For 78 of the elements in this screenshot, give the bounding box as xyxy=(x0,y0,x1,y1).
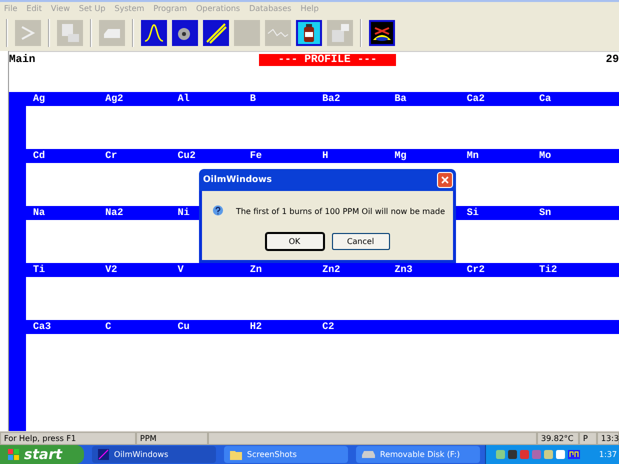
status-pane: P xyxy=(579,432,597,444)
taskbar-button[interactable]: OilmWindows xyxy=(92,446,216,463)
element-symbol: Na xyxy=(33,208,46,218)
element-symbol: Ag xyxy=(33,94,46,104)
clock: 1:37 xyxy=(599,450,618,459)
peak-icon xyxy=(143,22,165,44)
menu-item[interactable]: View xyxy=(50,4,70,13)
element-symbol: Si xyxy=(466,208,479,218)
drive-icon xyxy=(362,451,375,458)
machine-icon xyxy=(371,22,393,44)
element-symbol: Cu2 xyxy=(178,150,196,162)
computer-icon xyxy=(329,22,351,44)
menu-item[interactable]: File xyxy=(4,4,18,13)
menu-item[interactable]: Operations xyxy=(196,4,240,13)
element-symbol: C xyxy=(105,322,112,332)
element-symbol: B xyxy=(250,94,256,104)
status-pane: 39.82°C xyxy=(537,432,579,444)
element-symbol: Mg xyxy=(394,150,406,162)
count-label: 29 xyxy=(606,54,619,66)
element-symbol: Zn3 xyxy=(394,264,412,276)
dialog-title: OilmWindows xyxy=(203,175,272,185)
mode-label: --- PROFILE --- xyxy=(259,54,396,66)
menu-item[interactable]: Set Up xyxy=(78,4,106,13)
element-symbol: Ca xyxy=(539,94,552,104)
element-symbol: H xyxy=(322,150,328,162)
element-symbol: Zn xyxy=(250,264,262,276)
taskbar-button[interactable]: ScreenShots xyxy=(224,446,348,463)
status-pane: For Help, press F1 xyxy=(0,432,136,444)
status-pane: 13:3 xyxy=(597,432,619,444)
element-symbol: Mo xyxy=(539,150,552,162)
dialog-button[interactable]: OK xyxy=(266,233,324,250)
element-symbol: Ni xyxy=(178,208,190,218)
start-button[interactable]: start xyxy=(0,445,84,464)
element-symbol: Zn2 xyxy=(322,264,340,276)
menu-item[interactable]: Help xyxy=(300,4,319,13)
toolbar-button[interactable] xyxy=(369,20,395,46)
diagonal-lines-icon xyxy=(205,22,227,44)
element-symbol: Ca3 xyxy=(33,322,52,332)
dialog-message: The first of 1 burns of 100 PPM Oil will now be made xyxy=(236,206,445,216)
element-symbol: Ti xyxy=(33,264,46,276)
element-symbol: Ca2 xyxy=(466,94,485,104)
line-graph-icon xyxy=(267,29,289,37)
close-icon xyxy=(441,176,449,184)
element-symbol: Cr2 xyxy=(466,264,485,276)
element-symbol: Ag2 xyxy=(105,94,124,104)
element-symbol: Na2 xyxy=(105,208,124,218)
tray-icon[interactable] xyxy=(568,450,580,459)
element-symbol: Ba xyxy=(394,94,406,104)
toolbar-button[interactable] xyxy=(203,20,229,46)
element-symbol: Cd xyxy=(33,150,46,162)
element-symbol: Ba2 xyxy=(322,94,340,104)
menu-item[interactable]: Edit xyxy=(26,4,42,13)
menu-item[interactable]: System xyxy=(114,4,144,13)
element-symbol: Cu xyxy=(178,322,190,332)
toolbar-button[interactable] xyxy=(296,20,322,46)
element-symbol: V2 xyxy=(105,264,118,276)
view-title: Main xyxy=(9,54,36,66)
dialog-button[interactable]: Cancel xyxy=(332,233,390,250)
menu-item[interactable]: Program xyxy=(153,4,188,13)
element-symbol: Sn xyxy=(539,208,552,218)
element-symbol: C2 xyxy=(322,322,334,332)
app-icon xyxy=(98,449,109,460)
windows-logo-icon xyxy=(8,448,20,460)
close-button[interactable] xyxy=(437,172,453,188)
bottle-icon xyxy=(298,22,320,44)
element-symbol: Cr xyxy=(105,150,118,162)
element-symbol: Mn xyxy=(466,150,479,162)
element-symbol: Ti2 xyxy=(539,264,558,276)
status-pane: PPM xyxy=(136,432,208,444)
element-symbol: Al xyxy=(178,94,190,104)
element-symbol: Fe xyxy=(250,150,262,162)
element-symbol: H2 xyxy=(250,322,262,332)
menu-item[interactable]: Databases xyxy=(249,4,292,13)
folder-icon xyxy=(230,450,242,460)
toolbar-button[interactable] xyxy=(141,20,167,46)
taskbar-button[interactable]: Removable Disk (F:) xyxy=(356,446,480,463)
report-icon xyxy=(59,22,81,44)
element-symbol: V xyxy=(178,264,184,276)
